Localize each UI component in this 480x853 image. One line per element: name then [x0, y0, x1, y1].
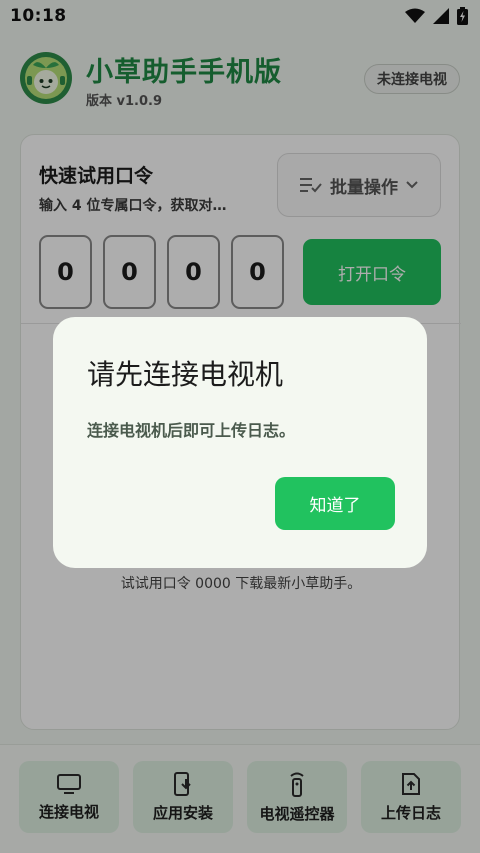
dialog-confirm-button[interactable]: 知道了 — [275, 477, 395, 530]
dialog-title: 请先连接电视机 — [87, 358, 284, 391]
connect-tv-dialog: 请先连接电视机 连接电视机后即可上传日志。 知道了 — [53, 317, 427, 568]
dialog-message: 连接电视机后即可上传日志。 — [87, 421, 296, 440]
